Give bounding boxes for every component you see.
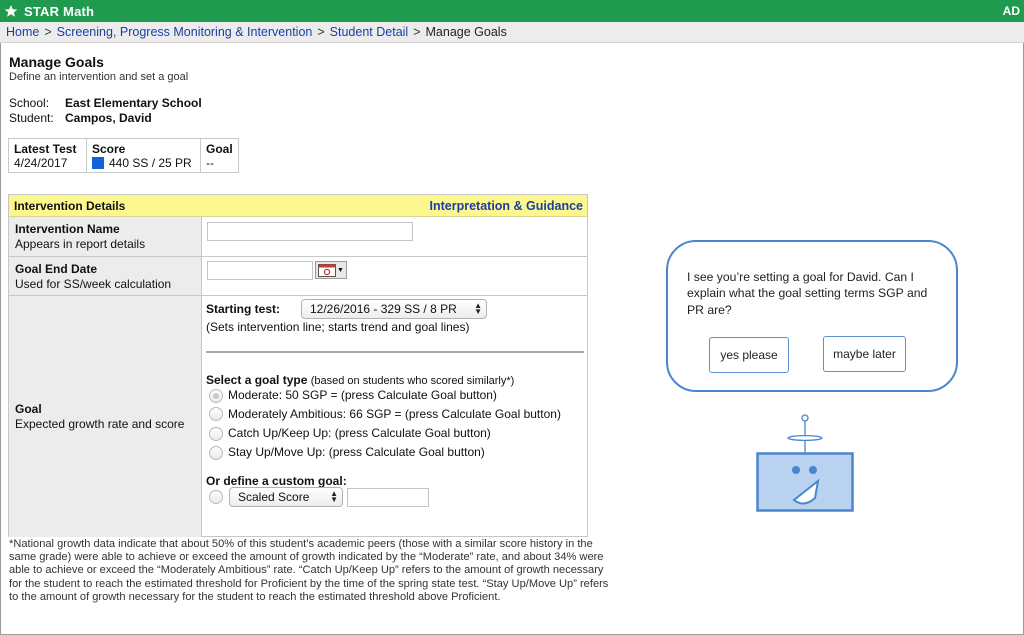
assistant-message: I see you’re setting a goal for David. C…: [687, 270, 928, 317]
national-growth-footnote: *National growth data indicate that abou…: [9, 538, 609, 603]
breadcrumb-separator: >: [317, 25, 325, 39]
latest-test-header: Latest Test: [14, 142, 77, 156]
app-name: STAR Math: [24, 3, 95, 19]
page-subtitle: Define an intervention and set a goal: [9, 71, 189, 83]
goal-end-date-label-cell: Goal End Date Used for SS/week calculati…: [9, 257, 202, 295]
starting-test-value: 12/26/2016 - 329 SS / 8 PR: [310, 302, 457, 316]
goal-header: Goal: [206, 142, 233, 156]
custom-goal-label: Or define a custom goal:: [206, 474, 347, 488]
goal-type-radio-stay-up[interactable]: [209, 446, 223, 460]
user-initials[interactable]: AD: [1003, 4, 1020, 18]
goal-end-date-label: Goal End Date: [15, 262, 98, 276]
goal-value: --: [206, 156, 214, 170]
student-name: Campos, David: [65, 111, 152, 125]
custom-goal-type-select[interactable]: Scaled Score ▲ ▼: [229, 487, 343, 507]
school-row: School: East Elementary School: [9, 96, 202, 110]
goal-end-date-input[interactable]: [207, 261, 313, 280]
breadcrumb-screening[interactable]: Screening, Progress Monitoring & Interve…: [57, 25, 313, 39]
starting-test-note: (Sets intervention line; starts trend an…: [206, 320, 470, 334]
goal-type-label: Select a goal type: [206, 373, 308, 387]
goal-label-cell: Goal Expected growth rate and score: [9, 296, 202, 537]
latest-test-date: 4/24/2017: [14, 156, 68, 170]
intervention-details-title: Intervention Details: [14, 198, 126, 213]
chevron-down-icon: ▼: [337, 266, 344, 274]
starting-test-select[interactable]: 12/26/2016 - 329 SS / 8 PR ▲ ▼: [301, 299, 487, 319]
goal-type-note: (based on students who scored similarly*…: [310, 375, 515, 387]
school-label: School:: [9, 96, 50, 110]
goal-type-radio-moderately-ambitious[interactable]: [209, 407, 223, 421]
starting-test-label: Starting test:: [206, 302, 281, 316]
breadcrumb-separator: >: [44, 25, 52, 39]
intervention-name-label-cell: Intervention Name Appears in report deta…: [9, 217, 202, 256]
score-value-row: 440 SS / 25 PR: [92, 156, 196, 170]
page-title: Manage Goals: [9, 54, 104, 70]
breadcrumb-current: Manage Goals: [425, 25, 507, 39]
goal-cell: Goal --: [200, 138, 239, 173]
calendar-picker-button[interactable]: ▼: [315, 261, 347, 279]
score-cell: Score 440 SS / 25 PR: [86, 138, 201, 173]
goal-type-heading: Select a goal type (based on students wh…: [206, 373, 514, 387]
assistant-robot-icon[interactable]: [756, 414, 856, 514]
goal-type-option-catch-up: Catch Up/Keep Up: (press Calculate Goal …: [228, 426, 491, 440]
maybe-later-button[interactable]: maybe later: [823, 336, 906, 372]
intervention-name-input[interactable]: [207, 222, 413, 241]
custom-goal-value-input[interactable]: [347, 488, 429, 507]
section-divider: [206, 351, 584, 353]
intervention-details-header: Intervention Details Interpretation & Gu…: [9, 195, 587, 217]
score-table: Latest Test 4/24/2017 Score 440 SS / 25 …: [8, 138, 239, 173]
breadcrumb-separator: >: [413, 25, 421, 39]
student-row: Student: Campos, David: [9, 111, 152, 125]
goal-type-radio-catch-up[interactable]: [209, 427, 223, 441]
goal-type-option-moderate: Moderate: 50 SGP = (press Calculate Goal…: [228, 388, 497, 402]
goal-type-option-stay-up: Stay Up/Move Up: (press Calculate Goal b…: [228, 445, 485, 459]
assistant-speech-bubble: I see you’re setting a goal for David. C…: [666, 240, 958, 392]
star-logo-icon: [3, 3, 19, 19]
goal-type-radio-moderate[interactable]: [209, 389, 223, 403]
interpretation-guidance-link[interactable]: Interpretation & Guidance: [430, 199, 584, 213]
student-label: Student:: [9, 111, 54, 125]
goal-end-date-sub: Used for SS/week calculation: [15, 277, 172, 291]
breadcrumb-student-detail[interactable]: Student Detail: [330, 25, 409, 39]
select-arrows-icon: ▲ ▼: [330, 489, 338, 504]
breadcrumb: Home > Screening, Progress Monitoring & …: [0, 22, 1024, 43]
yes-please-button[interactable]: yes please: [709, 337, 789, 373]
score-value: 440 SS / 25 PR: [109, 156, 192, 170]
intervention-name-label: Intervention Name: [15, 222, 120, 236]
custom-goal-radio[interactable]: [209, 490, 223, 504]
select-arrows-icon: ▲ ▼: [474, 301, 482, 316]
school-name: East Elementary School: [65, 96, 202, 110]
custom-goal-type-value: Scaled Score: [238, 490, 310, 504]
score-header: Score: [92, 142, 126, 156]
app-header: STAR Math AD: [0, 0, 1024, 22]
score-color-swatch: [92, 157, 104, 169]
intervention-name-sub: Appears in report details: [15, 237, 146, 251]
goal-type-option-moderately-ambitious: Moderately Ambitious: 66 SGP = (press Ca…: [228, 407, 561, 421]
goal-label: Goal: [15, 402, 42, 416]
goal-sub: Expected growth rate and score: [15, 417, 185, 431]
breadcrumb-home[interactable]: Home: [6, 25, 39, 39]
intervention-form: Intervention Details Interpretation & Gu…: [8, 194, 588, 537]
latest-test-cell: Latest Test 4/24/2017: [8, 138, 87, 173]
calendar-icon: [318, 263, 337, 277]
